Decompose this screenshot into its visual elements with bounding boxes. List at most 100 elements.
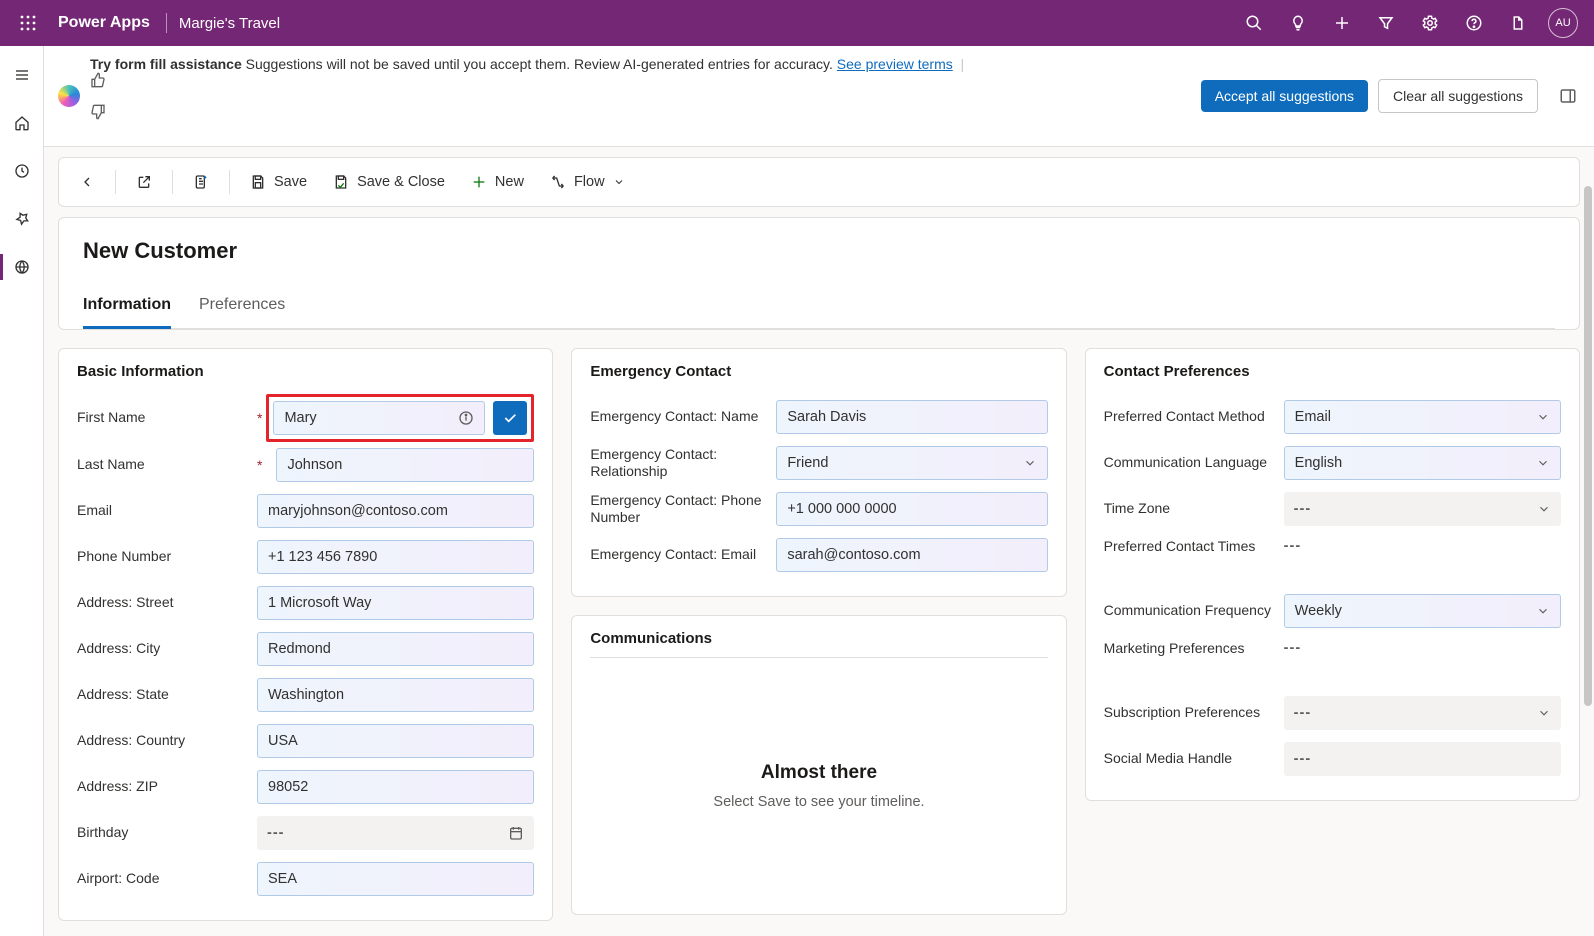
top-app-bar: Power Apps Margie's Travel AU bbox=[0, 0, 1594, 46]
ec-relationship-select[interactable]: Friend bbox=[776, 446, 1047, 480]
new-label: New bbox=[495, 174, 524, 190]
country-label: Address: Country bbox=[77, 732, 247, 750]
birthday-input[interactable]: --- bbox=[257, 816, 534, 850]
pref-marketing-value[interactable]: --- bbox=[1284, 640, 1302, 656]
form-tabs: Information Preferences bbox=[83, 296, 1555, 329]
calendar-icon[interactable] bbox=[508, 825, 524, 841]
ec-phone-label: Emergency Contact: Phone Number bbox=[590, 492, 766, 527]
pref-method-select[interactable]: Email bbox=[1284, 400, 1561, 434]
save-close-button[interactable]: Save & Close bbox=[323, 168, 455, 196]
ec-phone-input[interactable] bbox=[776, 492, 1047, 526]
section-title-prefs: Contact Preferences bbox=[1104, 363, 1561, 380]
form-assist-icon[interactable] bbox=[183, 168, 219, 196]
contact-preferences-section: Contact Preferences Preferred Contact Me… bbox=[1085, 348, 1580, 801]
phone-input[interactable] bbox=[257, 540, 534, 574]
communications-section: Communications Almost there Select Save … bbox=[571, 615, 1066, 915]
pref-tz-label: Time Zone bbox=[1104, 500, 1274, 518]
app-name[interactable]: Margie's Travel bbox=[173, 15, 286, 32]
airport-input[interactable] bbox=[257, 862, 534, 896]
first-name-label: First Name bbox=[77, 409, 247, 427]
save-label: Save bbox=[274, 174, 307, 190]
ec-email-input[interactable] bbox=[776, 538, 1047, 572]
page-title: New Customer bbox=[83, 238, 1555, 264]
filter-icon[interactable] bbox=[1364, 0, 1408, 46]
pref-tz-select[interactable]: --- bbox=[1284, 492, 1561, 526]
ec-name-label: Emergency Contact: Name bbox=[590, 408, 766, 426]
chevron-down-icon bbox=[1536, 410, 1550, 424]
back-button[interactable] bbox=[69, 168, 105, 196]
required-indicator: * bbox=[257, 457, 262, 473]
new-button[interactable]: New bbox=[461, 168, 534, 196]
timeline-subtext: Select Save to see your timeline. bbox=[590, 794, 1047, 810]
thumbs-down-icon[interactable] bbox=[90, 88, 970, 136]
info-icon[interactable] bbox=[458, 410, 474, 426]
pref-times-value[interactable]: --- bbox=[1284, 538, 1302, 554]
section-title-communications: Communications bbox=[590, 630, 1047, 658]
lightbulb-icon[interactable] bbox=[1276, 0, 1320, 46]
divider bbox=[166, 13, 167, 33]
street-input[interactable] bbox=[257, 586, 534, 620]
emergency-contact-section: Emergency Contact Emergency Contact: Nam… bbox=[571, 348, 1066, 597]
pref-freq-label: Communication Frequency bbox=[1104, 602, 1274, 620]
section-title-basic: Basic Information bbox=[77, 363, 534, 380]
email-input[interactable] bbox=[257, 494, 534, 528]
airport-label: Airport: Code bbox=[77, 870, 247, 888]
email-label: Email bbox=[77, 502, 247, 520]
country-input[interactable] bbox=[257, 724, 534, 758]
tab-preferences[interactable]: Preferences bbox=[199, 296, 285, 329]
add-icon[interactable] bbox=[1320, 0, 1364, 46]
chevron-down-icon bbox=[1537, 706, 1551, 720]
clear-all-button[interactable]: Clear all suggestions bbox=[1378, 79, 1538, 113]
pref-method-label: Preferred Contact Method bbox=[1104, 408, 1274, 426]
open-in-new-icon[interactable] bbox=[126, 168, 162, 196]
flow-button[interactable]: Flow bbox=[540, 168, 635, 196]
first-name-input[interactable] bbox=[273, 401, 485, 435]
copilot-icon[interactable] bbox=[1496, 0, 1540, 46]
hamburger-icon[interactable] bbox=[0, 60, 44, 90]
pref-freq-select[interactable]: Weekly bbox=[1284, 594, 1561, 628]
notice-body: Suggestions will not be saved until you … bbox=[246, 56, 833, 72]
product-name[interactable]: Power Apps bbox=[48, 14, 160, 32]
help-icon[interactable] bbox=[1452, 0, 1496, 46]
tab-information[interactable]: Information bbox=[83, 296, 171, 329]
user-avatar[interactable]: AU bbox=[1548, 8, 1578, 38]
pref-lang-label: Communication Language bbox=[1104, 454, 1274, 472]
street-label: Address: Street bbox=[77, 594, 247, 612]
chevron-down-icon bbox=[1536, 456, 1550, 470]
pref-sub-select[interactable]: --- bbox=[1284, 696, 1561, 730]
state-label: Address: State bbox=[77, 686, 247, 704]
zip-input[interactable] bbox=[257, 770, 534, 804]
home-icon[interactable] bbox=[0, 108, 44, 138]
pref-lang-select[interactable]: English bbox=[1284, 446, 1561, 480]
preview-terms-link[interactable]: See preview terms bbox=[837, 56, 953, 72]
side-panel-toggle-icon[interactable] bbox=[1556, 84, 1580, 108]
pref-sub-label: Subscription Preferences bbox=[1104, 704, 1274, 722]
section-title-emergency: Emergency Contact bbox=[590, 363, 1047, 380]
pref-social-input[interactable]: --- bbox=[1284, 742, 1561, 776]
save-button[interactable]: Save bbox=[240, 168, 317, 196]
pin-icon[interactable] bbox=[0, 204, 44, 234]
phone-label: Phone Number bbox=[77, 548, 247, 566]
notice-title: Try form fill assistance bbox=[90, 56, 242, 72]
accept-suggestion-button[interactable] bbox=[493, 401, 527, 435]
recent-icon[interactable] bbox=[0, 156, 44, 186]
last-name-input[interactable] bbox=[276, 448, 534, 482]
timeline-empty-state: Almost there Select Save to see your tim… bbox=[590, 672, 1047, 840]
city-input[interactable] bbox=[257, 632, 534, 666]
pref-marketing-label: Marketing Preferences bbox=[1104, 640, 1274, 658]
left-navigation-rail bbox=[0, 46, 44, 936]
chevron-down-icon bbox=[1023, 456, 1037, 470]
state-input[interactable] bbox=[257, 678, 534, 712]
accept-all-button[interactable]: Accept all suggestions bbox=[1201, 80, 1368, 112]
ec-name-input[interactable] bbox=[776, 400, 1047, 434]
search-icon[interactable] bbox=[1232, 0, 1276, 46]
last-name-label: Last Name bbox=[77, 456, 247, 474]
zip-label: Address: ZIP bbox=[77, 778, 247, 796]
settings-icon[interactable] bbox=[1408, 0, 1452, 46]
birthday-label: Birthday bbox=[77, 824, 247, 842]
chevron-down-icon bbox=[1537, 502, 1551, 516]
record-header-card: New Customer Information Preferences bbox=[58, 217, 1580, 330]
entity-icon[interactable] bbox=[0, 252, 44, 282]
scrollbar[interactable] bbox=[1584, 186, 1592, 706]
app-launcher-icon[interactable] bbox=[8, 15, 48, 31]
